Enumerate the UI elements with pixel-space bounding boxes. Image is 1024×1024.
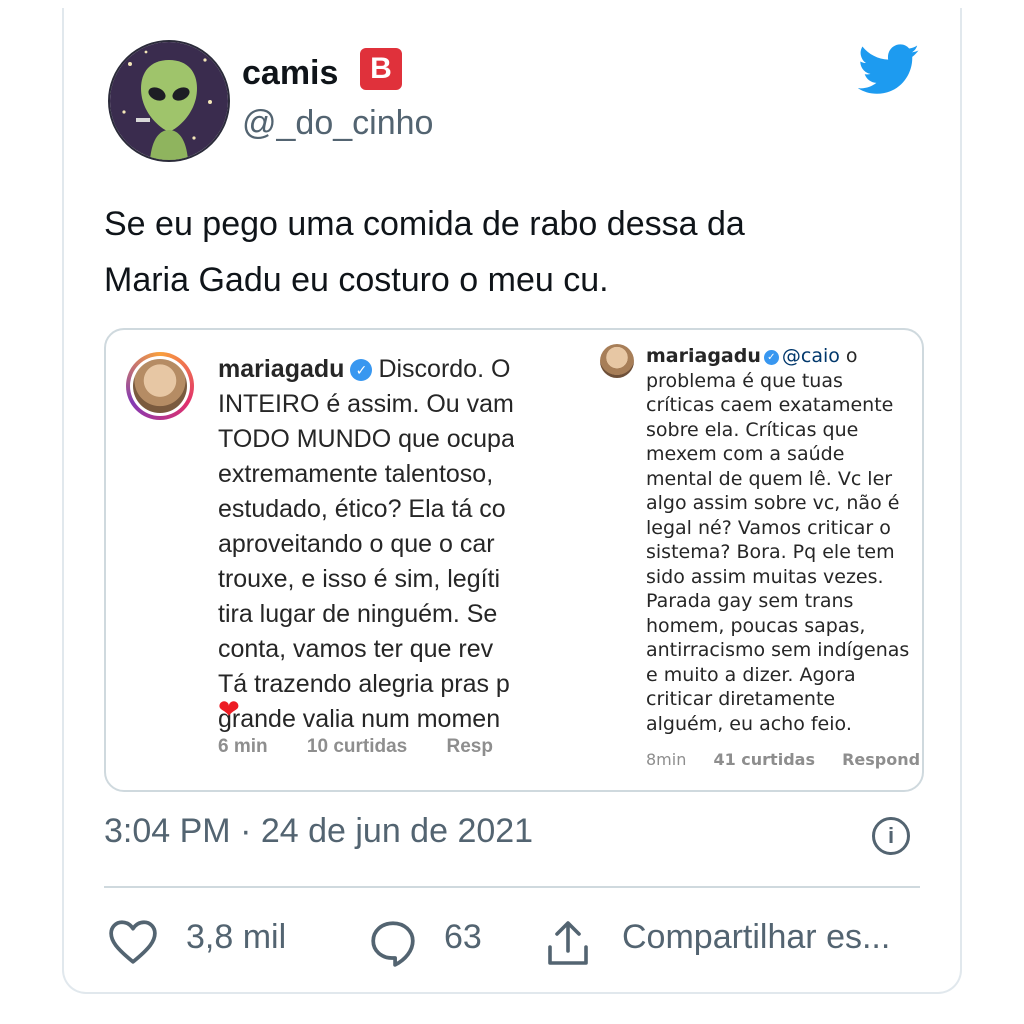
attached-image[interactable]: mariagadu ✓ Discordo. O INTEIRO é assim. O… [104,328,924,792]
right-comment-line: Parada gay sem trans [646,590,854,612]
right-comment-line: antirracismo sem indígenas [646,639,910,661]
user-handle[interactable]: @_do_cinho [242,104,433,143]
heart-emoji: ❤ [218,694,240,724]
display-name[interactable]: camis [242,54,338,93]
twitter-bird-icon[interactable] [858,44,920,96]
right-comment-username: mariagadu [646,345,761,367]
heart-icon[interactable] [108,918,158,966]
left-comment-line: TODO MUNDO que ocupa [218,425,514,453]
right-comment-mention: @caio [781,345,840,367]
share-icon[interactable] [544,918,592,968]
reply-bubble-icon[interactable] [368,918,418,968]
right-comment-reply: Respond [842,750,921,769]
right-comment-line: homem, poucas sapas, [646,614,866,637]
right-comment-line: sido assim muitas vezes. [646,565,884,588]
right-comment-line: e muito a dizer. Agora [646,663,856,686]
left-comment-line: aproveitando o que o car [218,530,495,558]
verified-icon: ✓ [350,359,373,381]
tweet-text-line-1: Se eu pego uma comida de rabo dessa da [104,205,745,243]
right-comment-likes: 41 curtidas [713,750,815,769]
instagram-avatar-left [126,352,194,420]
right-comment-line: algo assim sobre vc, não é [646,492,900,514]
share-label[interactable]: Compartilhar es... [622,918,890,957]
left-comment-line: estudado, ético? Ela tá co [218,495,506,523]
left-comment-line: tira lugar de ninguém. Se [218,600,498,628]
tweet-text: Se eu pego uma comida de rabo dessa da M… [104,196,884,308]
left-comment-line: INTEIRO é assim. Ou vam [218,390,514,418]
right-comment-line: críticas caem exatamente [646,394,894,416]
left-comment-line: extremamente talentoso, [218,460,494,488]
right-comment-line: criticar diretamente [646,688,836,710]
left-comment-line: conta, vamos ter que rev [218,635,494,663]
instagram-avatar-right [600,344,634,378]
reply-count[interactable]: 63 [444,918,482,957]
left-comment-line: Tá trazendo alegria pras p [218,670,510,698]
right-comment-line: sobre ela. Críticas que [646,418,859,441]
left-comment-line: grande valia num momen [218,705,501,733]
right-comment-line: alguém, eu acho feio. [646,712,852,735]
verified-icon: ✓ [763,350,779,365]
tweet-text-line-2: Maria Gadu eu costuro o meu cu. [104,261,609,299]
tweet-timestamp[interactable]: 3:04 PM · 24 de jun de 2021 [104,812,533,851]
left-comment-meta: 6 min 10 curtidas Resp [218,736,514,758]
right-comment-time: 8min [646,750,687,769]
right-comment-meta: 8min 41 curtidas Respond [646,750,922,769]
right-comment-line: mexem com a saúde [646,443,845,465]
right-comment-first-word: o [845,345,858,367]
right-comment-line: problema é que tuas [646,369,843,392]
left-comment-line: trouxe, e isso é sim, legíti [218,565,501,593]
divider [104,886,920,888]
right-comment-line: mental de quem lê. Vc ler [646,467,893,490]
left-comment-line: Discordo. O [378,355,511,383]
right-comment-line: legal né? Vamos criticar o [646,516,891,539]
right-comment-line: sistema? Bora. Pq ele tem [646,541,895,563]
alien-avatar-image [110,42,228,160]
badge-icon: B [360,48,402,90]
avatar[interactable] [108,40,230,162]
info-icon[interactable]: i [872,817,910,855]
left-comment-username: mariagadu [218,355,345,383]
left-comment-likes: 10 curtidas [306,736,408,757]
left-comment-time: 6 min [218,736,268,757]
left-comment-text: mariagadu ✓ Discordo. O INTEIRO é assim. O… [218,352,514,737]
like-count[interactable]: 3,8 mil [186,918,286,957]
right-comment-text: mariagadu ✓ @caio o problema é que tuas cr… [646,344,922,736]
left-comment-reply: Resp [446,736,493,757]
